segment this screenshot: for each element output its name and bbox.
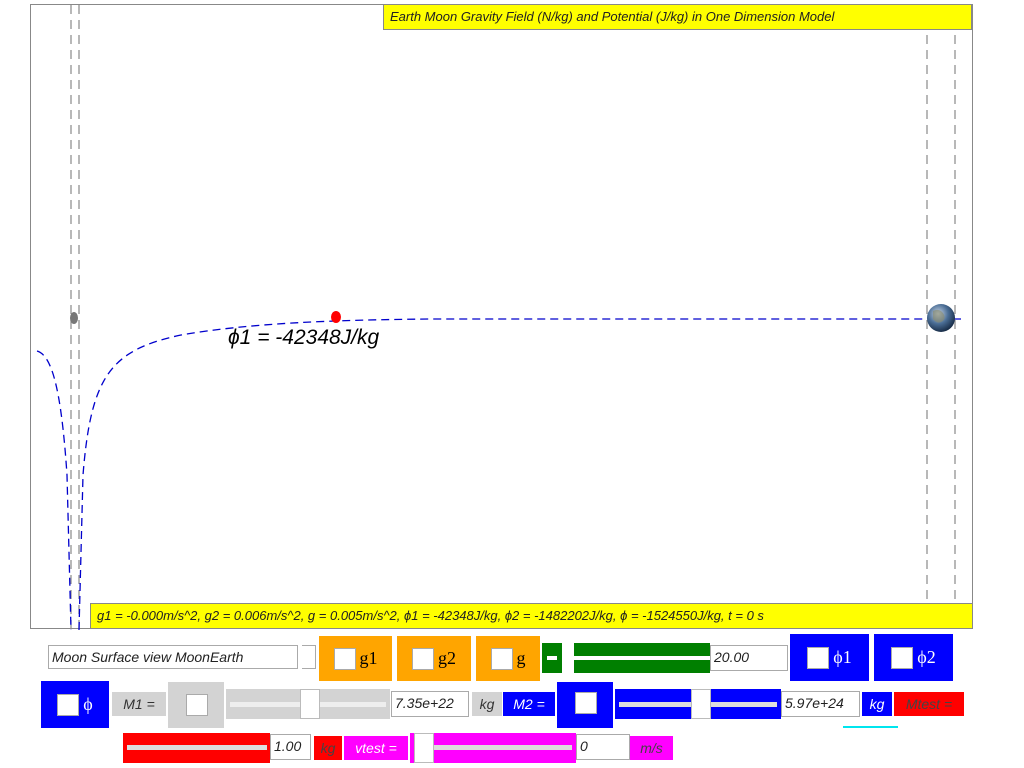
g1-toggle-button[interactable]: g1 xyxy=(319,636,392,681)
potential-curve-left xyxy=(36,350,72,630)
vtest-slider[interactable] xyxy=(410,733,576,763)
phi1-toggle-button[interactable]: ϕ1 xyxy=(790,634,869,681)
vtest-slider-thumb[interactable] xyxy=(414,733,434,763)
g2-label: g2 xyxy=(438,648,456,668)
title-bar: Earth Moon Gravity Field (N/kg) and Pote… xyxy=(383,4,972,30)
m2-slider-thumb[interactable] xyxy=(691,689,711,719)
potential-curve-right xyxy=(78,318,961,630)
m2-checkbox[interactable] xyxy=(575,692,597,714)
vtest-input[interactable]: 0 xyxy=(576,734,630,760)
phi2-checkbox[interactable] xyxy=(891,646,914,669)
mtest-label: Mtest = xyxy=(894,692,964,716)
m1-input[interactable]: 7.35e+22 xyxy=(391,691,469,717)
vtest-label: vtest = xyxy=(344,736,408,760)
phi-label: ϕ xyxy=(83,694,93,714)
m2-input[interactable]: 5.97e+24 xyxy=(781,691,860,717)
g2-checkbox[interactable] xyxy=(412,647,434,670)
m1-slider-thumb[interactable] xyxy=(300,689,320,719)
view-select-arrow[interactable] xyxy=(302,645,316,669)
g1-label: g1 xyxy=(359,648,378,668)
phi1-label: ϕ1 xyxy=(833,647,852,667)
m1-lock-toggle[interactable] xyxy=(168,682,224,728)
phi-checkbox[interactable] xyxy=(57,693,80,716)
test-mass xyxy=(331,311,341,323)
cyan-indicator xyxy=(843,726,898,728)
phi2-toggle-button[interactable]: ϕ2 xyxy=(874,634,953,681)
phi1-checkbox[interactable] xyxy=(807,646,830,669)
simulation-canvas[interactable] xyxy=(30,4,973,630)
mtest-slider[interactable] xyxy=(123,733,270,763)
view-select[interactable]: Moon Surface view MoonEarth xyxy=(48,645,298,669)
g1-checkbox[interactable] xyxy=(333,647,356,670)
probe-potential-label: ϕ1 = -42348J/kg xyxy=(228,326,380,349)
status-bar: g1 = -0.000m/s^2, g2 = 0.006m/s^2, g = 0… xyxy=(90,603,973,629)
g-toggle-button[interactable]: g xyxy=(476,636,540,681)
mtest-input[interactable]: 1.00 xyxy=(270,734,311,760)
m2-slider[interactable] xyxy=(615,689,781,719)
m1-unit: kg xyxy=(472,692,502,716)
phi-toggle-button[interactable]: ϕ xyxy=(41,681,109,728)
m1-label: M1 = xyxy=(112,692,166,716)
scale-input[interactable]: 20.00 xyxy=(710,645,788,671)
m1-checkbox[interactable] xyxy=(186,694,208,716)
vtest-unit: m/s xyxy=(630,736,673,760)
phi2-label: ϕ2 xyxy=(917,647,936,667)
m2-unit: kg xyxy=(862,692,892,716)
potential-plot xyxy=(36,5,961,630)
g-checkbox[interactable] xyxy=(490,647,513,670)
m1-slider[interactable] xyxy=(226,689,390,719)
scale-slider-track xyxy=(574,656,710,660)
m2-lock-toggle[interactable] xyxy=(557,682,613,728)
mtest-unit: kg xyxy=(314,736,342,760)
moon xyxy=(70,312,78,324)
m2-label: M2 = xyxy=(503,692,555,716)
scale-slider[interactable] xyxy=(574,643,710,673)
g2-toggle-button[interactable]: g2 xyxy=(397,636,471,681)
g-label: g xyxy=(516,648,526,668)
